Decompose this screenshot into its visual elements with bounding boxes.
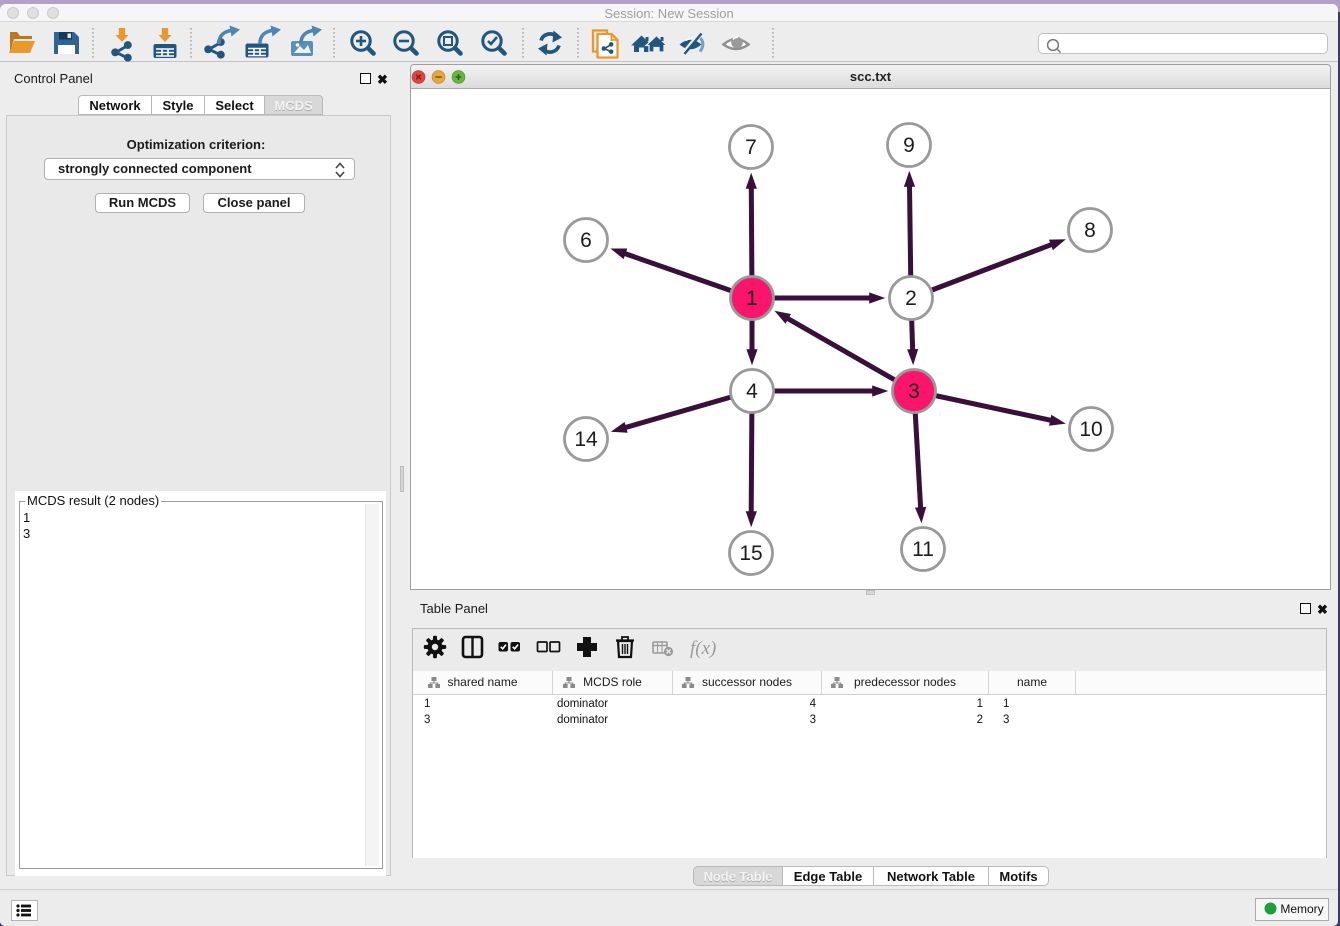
- svg-text:8: 8: [1084, 219, 1096, 242]
- svg-text:1: 1: [746, 287, 758, 310]
- svg-text:10: 10: [1079, 418, 1102, 441]
- svg-text:11: 11: [912, 538, 934, 561]
- svg-text:9: 9: [903, 134, 915, 157]
- svg-text:7: 7: [745, 136, 757, 159]
- svg-text:6: 6: [580, 229, 592, 252]
- svg-text:14: 14: [574, 428, 598, 451]
- svg-text:15: 15: [739, 542, 762, 565]
- svg-text:4: 4: [746, 380, 758, 403]
- svg-text:2: 2: [905, 287, 917, 310]
- svg-text:3: 3: [908, 380, 920, 403]
